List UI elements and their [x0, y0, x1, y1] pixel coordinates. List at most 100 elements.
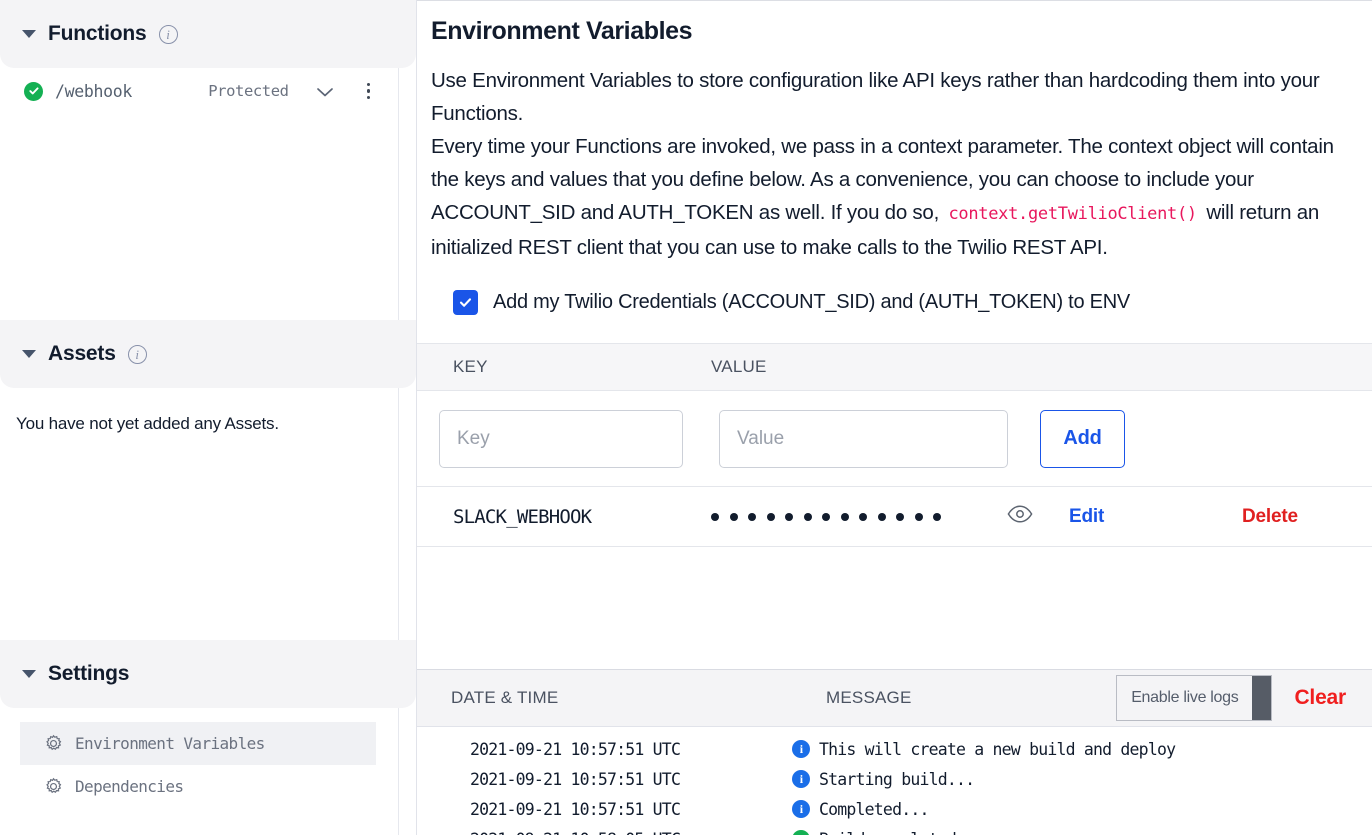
table-row: SLACK_WEBHOOK Edit Delete: [417, 487, 1372, 547]
table-header-row: KEY VALUE: [417, 343, 1372, 391]
sidebar-scrollbar-track[interactable]: [398, 708, 399, 835]
eye-icon[interactable]: [1007, 505, 1033, 527]
sidebar-functions-body: /webhook Protected: [0, 68, 416, 320]
sidebar-scrollbar-track[interactable]: [398, 388, 399, 640]
value-input[interactable]: [719, 409, 1008, 468]
edit-cell: Edit: [1069, 506, 1224, 528]
masked-dot: [803, 512, 812, 521]
logs-list: 2021-09-21 10:57:51 UTC i This will create…: [417, 727, 1372, 835]
log-message-cell: i Starting build...: [792, 769, 975, 789]
variable-value-masked: [711, 512, 1007, 521]
chevron-down-icon[interactable]: [22, 670, 36, 678]
delete-cell: Delete: [1224, 506, 1372, 528]
delete-variable-button[interactable]: Delete: [1224, 506, 1298, 527]
app-root: Functions i /webhook Protected Assets i …: [0, 0, 1372, 835]
column-header-message: MESSAGE: [826, 688, 912, 707]
masked-dot: [859, 512, 867, 521]
info-icon[interactable]: i: [158, 24, 178, 44]
masked-dot: [711, 512, 719, 521]
key-input[interactable]: [439, 409, 683, 468]
assets-empty-message: You have not yet added any Assets.: [16, 414, 279, 433]
masked-dot: [840, 512, 849, 521]
sidebar-section-settings-header[interactable]: Settings: [0, 640, 416, 708]
logs-panel: DATE & TIME MESSAGE Enable live logs Cle…: [417, 669, 1372, 835]
masked-dot: [785, 512, 793, 521]
log-timestamp: 2021-09-21 10:58:05 UTC: [417, 830, 792, 835]
sidebar: Functions i /webhook Protected Assets i …: [0, 0, 417, 835]
sidebar-section-title: Functions: [48, 22, 147, 45]
page-title: Environment Variables: [431, 17, 693, 45]
log-message-text: This will create a new build and deploy: [819, 739, 1176, 759]
add-credentials-checkbox[interactable]: [453, 290, 478, 315]
log-message-text: Completed...: [819, 799, 929, 819]
toggle-knob[interactable]: [1252, 676, 1272, 720]
sidebar-scrollbar-track[interactable]: [398, 68, 399, 320]
column-header-value: VALUE: [711, 357, 767, 376]
sidebar-section-title: Assets: [48, 342, 116, 365]
intro-paragraph-1: Use Environment Variables to store confi…: [431, 69, 1320, 125]
log-row: 2021-09-21 10:57:51 UTC i Starting build..…: [417, 764, 1372, 794]
log-row: 2021-09-21 10:58:05 UTC Build completed: [417, 824, 1372, 835]
masked-dot: [933, 512, 941, 521]
log-row: 2021-09-21 10:57:51 UTC i Completed...: [417, 794, 1372, 824]
masked-dot: [877, 512, 886, 521]
enable-live-logs-label: Enable live logs: [1131, 689, 1239, 706]
intro-paragraph-2: Every time your Functions are invoked, w…: [431, 130, 1358, 264]
function-path: /webhook: [55, 81, 133, 101]
log-timestamp: 2021-09-21 10:57:51 UTC: [470, 799, 681, 819]
chevron-down-icon[interactable]: [315, 85, 335, 97]
reveal-value-cell: [1007, 505, 1069, 528]
log-timestamp: 2021-09-21 10:57:51 UTC: [470, 739, 681, 759]
gear-icon: [44, 734, 63, 753]
log-timestamp: 2021-09-21 10:57:51 UTC: [470, 769, 681, 789]
inline-code-get-twilio-client: context.getTwilioClient(): [948, 204, 1197, 224]
environment-variables-pane: Environment Variables Use Environment Va…: [417, 1, 1372, 669]
function-visibility: Protected: [208, 82, 289, 100]
masked-dot: [914, 512, 923, 521]
chevron-down-icon[interactable]: [22, 350, 36, 358]
variable-key: SLACK_WEBHOOK: [453, 505, 592, 528]
check-circle-icon: [24, 81, 43, 101]
sidebar-section-assets-header[interactable]: Assets i: [0, 320, 416, 388]
log-row: 2021-09-21 10:57:51 UTC i This will create…: [417, 734, 1372, 764]
info-icon: i: [792, 770, 810, 788]
sidebar-section-functions-header[interactable]: Functions i: [0, 0, 416, 68]
sidebar-section-title: Settings: [48, 662, 130, 685]
masked-dot: [822, 512, 830, 521]
info-icon[interactable]: i: [127, 344, 147, 364]
sidebar-settings-body: Environment Variables Dependencies: [0, 708, 416, 835]
sidebar-assets-body: You have not yet added any Assets.: [0, 388, 416, 640]
more-options-icon[interactable]: [365, 81, 372, 101]
sidebar-item-label: Environment Variables: [75, 734, 265, 753]
info-icon: i: [792, 800, 810, 818]
main-panel: Environment Variables Use Environment Va…: [417, 0, 1372, 835]
add-credentials-label: Add my Twilio Credentials (ACCOUNT_SID) …: [493, 291, 1131, 313]
log-message-text: Starting build...: [819, 769, 975, 789]
add-variable-button[interactable]: Add: [1040, 409, 1125, 468]
log-message-text: Build completed: [819, 830, 957, 835]
masked-dot: [748, 512, 756, 521]
gear-icon: [44, 777, 63, 796]
column-header-key: KEY: [453, 357, 488, 376]
clear-logs-button[interactable]: Clear: [1294, 686, 1346, 710]
masked-dot: [896, 512, 904, 521]
log-message-cell: Build completed: [792, 830, 957, 835]
credentials-checkbox-row[interactable]: Add my Twilio Credentials (ACCOUNT_SID) …: [431, 290, 1358, 315]
column-header-date-time: DATE & TIME: [451, 688, 559, 707]
edit-variable-button[interactable]: Edit: [1069, 506, 1104, 527]
new-variable-row: Add: [417, 391, 1372, 487]
logs-header-row: DATE & TIME MESSAGE Enable live logs Cle…: [417, 670, 1372, 727]
masked-value-dots: [711, 512, 1007, 521]
function-list-item[interactable]: /webhook Protected: [0, 68, 416, 114]
success-icon: [792, 830, 810, 835]
log-message-cell: i This will create a new build and deploy: [792, 739, 1176, 759]
sidebar-item-environment-variables[interactable]: Environment Variables: [20, 722, 376, 765]
environment-variables-table: KEY VALUE Add SLACK_WEBHOOK: [417, 343, 1372, 547]
masked-dot: [729, 512, 738, 521]
enable-live-logs-toggle[interactable]: Enable live logs: [1116, 675, 1273, 721]
chevron-down-icon[interactable]: [22, 30, 36, 38]
sidebar-item-label: Dependencies: [75, 777, 184, 796]
info-icon: i: [792, 740, 810, 758]
sidebar-item-dependencies[interactable]: Dependencies: [20, 765, 376, 808]
masked-dot: [766, 512, 775, 521]
